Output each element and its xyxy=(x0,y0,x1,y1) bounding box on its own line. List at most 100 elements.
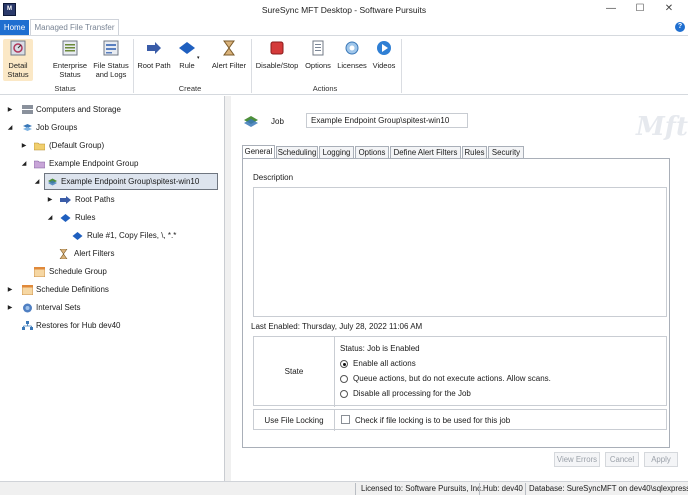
collapse-icon[interactable]: ◢ xyxy=(20,156,28,172)
cancel-button[interactable]: Cancel xyxy=(605,452,639,467)
tree-label: Schedule Group xyxy=(49,267,107,276)
tree-item-example-job[interactable]: ◢ Example Endpoint Group\spitest-win10 xyxy=(35,173,218,190)
tab-home[interactable]: Home xyxy=(0,20,29,35)
file-locking-section: Use File Locking Check if file locking i… xyxy=(253,409,667,431)
tree-label: Rules xyxy=(75,213,96,222)
status-group-label: Status xyxy=(54,84,76,93)
tree-item-restores[interactable]: Restores for Hub dev40 xyxy=(6,318,206,334)
tree-label: Computers and Storage xyxy=(36,105,121,114)
radio-label: Enable all actions xyxy=(353,359,416,368)
tree-label: Interval Sets xyxy=(36,303,81,312)
diamond-icon xyxy=(72,232,83,240)
description-label: Description xyxy=(253,173,294,182)
database-status: Database: SureSyncMFT on dev40\sqlexpres… xyxy=(529,484,688,493)
diamond-icon xyxy=(60,214,71,222)
mft-watermark-icon: Mft xyxy=(636,112,688,142)
tree-item-job-groups[interactable]: ◢ Job Groups xyxy=(6,120,206,136)
tree-label: Job Groups xyxy=(36,123,78,132)
expand-icon[interactable]: ▶ xyxy=(46,192,54,208)
tab-managed-file-transfer[interactable]: Managed File Transfer xyxy=(30,19,119,35)
file-locking-checkbox[interactable] xyxy=(341,415,350,424)
disable-stop-label: Disable/Stop xyxy=(255,61,299,70)
calendar-icon xyxy=(22,285,33,295)
radio-label: Queue actions, but do not execute action… xyxy=(353,374,551,383)
tree-item-rule-1[interactable]: Rule #1, Copy Files, \, *.* xyxy=(72,228,212,244)
file-locking-checkbox-label: Check if file locking is to be used for … xyxy=(355,416,511,425)
tree-label: Schedule Definitions xyxy=(36,285,109,294)
tree-item-schedule-definitions[interactable]: ▶ Schedule Definitions xyxy=(6,282,206,298)
job-name-field[interactable]: Example Endpoint Group\spitest-win10 xyxy=(306,113,468,128)
licenses-icon xyxy=(345,41,359,55)
videos-label: Videos xyxy=(372,61,396,70)
navigation-tree: ▶ Computers and Storage ◢ Job Groups ▶ (… xyxy=(0,96,225,481)
alert-filter-button[interactable]: Alert Filter xyxy=(210,39,248,70)
play-icon xyxy=(377,41,391,55)
file-status-icon xyxy=(103,40,119,56)
collapse-icon[interactable]: ◢ xyxy=(6,120,14,136)
radio-button-checked[interactable] xyxy=(340,360,348,368)
tree-label: Example Endpoint Group xyxy=(49,159,139,168)
radio-button[interactable] xyxy=(340,390,348,398)
job-icon xyxy=(48,178,57,186)
minimize-button[interactable]: — xyxy=(598,2,624,16)
expand-icon[interactable]: ▶ xyxy=(20,138,28,154)
file-locking-label: Use File Locking xyxy=(264,416,324,425)
ribbon-separator xyxy=(401,39,402,93)
ribbon-separator xyxy=(133,39,134,93)
enterprise-status-label-2: Status xyxy=(59,70,81,79)
expand-icon[interactable]: ▶ xyxy=(6,282,14,298)
network-icon xyxy=(22,321,33,330)
tree-item-interval-sets[interactable]: ▶ Interval Sets xyxy=(6,300,206,316)
stop-icon xyxy=(270,41,284,55)
window-title: SureSync MFT Desktop - Software Pursuits xyxy=(261,5,427,15)
rule-button[interactable]: Rule xyxy=(176,39,198,70)
ribbon-separator xyxy=(251,39,252,93)
tree-item-default-group[interactable]: ▶ (Default Group) xyxy=(20,138,210,154)
expand-icon[interactable]: ▶ xyxy=(6,300,14,316)
expand-icon[interactable]: ▶ xyxy=(6,102,14,118)
tree-item-computers[interactable]: ▶ Computers and Storage xyxy=(6,102,206,118)
options-button[interactable]: Options xyxy=(303,39,333,70)
rule-dropdown-icon[interactable]: ▾ xyxy=(197,55,200,61)
close-button[interactable]: ✕ xyxy=(656,2,682,16)
tree-item-schedule-group[interactable]: Schedule Group xyxy=(34,264,154,280)
tree-item-root-paths[interactable]: ▶ Root Paths xyxy=(46,192,166,208)
collapse-icon[interactable]: ◢ xyxy=(33,174,41,190)
tree-label: Example Endpoint Group\spitest-win10 xyxy=(61,177,200,186)
file-status-logs-button[interactable]: File Status and Logs xyxy=(92,39,130,79)
tree-item-rules[interactable]: ◢ Rules xyxy=(46,210,166,226)
radio-button[interactable] xyxy=(340,375,348,383)
root-path-label: Root Path xyxy=(137,61,171,70)
arrow-right-icon xyxy=(147,42,161,54)
radio-label: Disable all processing for the Job xyxy=(353,389,471,398)
detail-status-button[interactable]: Detail Status xyxy=(3,39,33,81)
file-status-label-1: File Status xyxy=(93,61,129,70)
description-textarea[interactable] xyxy=(253,187,667,317)
root-path-button[interactable]: Root Path xyxy=(136,39,172,70)
job-detail-pane: Job Example Endpoint Group\spitest-win10… xyxy=(231,96,688,481)
status-separator xyxy=(355,483,356,495)
state-divider xyxy=(334,337,335,407)
view-errors-button[interactable]: View Errors xyxy=(554,452,600,467)
tree-label: Rule #1, Copy Files, \, *.* xyxy=(87,231,177,240)
disable-stop-button[interactable]: Disable/Stop xyxy=(254,39,300,70)
group-folder-icon xyxy=(34,160,45,169)
create-group-label: Create xyxy=(178,84,202,93)
job-groups-icon xyxy=(23,124,32,131)
enterprise-status-button[interactable]: Enterprise Status xyxy=(52,39,88,79)
options-label: Options xyxy=(305,61,331,70)
arrow-right-icon xyxy=(60,196,71,204)
tree-item-example-group[interactable]: ◢ Example Endpoint Group xyxy=(20,156,215,172)
videos-button[interactable]: Videos xyxy=(370,39,398,70)
help-icon[interactable]: ? xyxy=(675,22,685,32)
collapse-icon[interactable]: ◢ xyxy=(46,210,54,226)
licenses-button[interactable]: Licenses xyxy=(336,39,368,70)
folder-icon xyxy=(34,142,45,151)
diamond-icon xyxy=(179,42,195,54)
apply-button[interactable]: Apply xyxy=(644,452,678,467)
status-bar: Licensed to: Software Pursuits, Inc. Hub… xyxy=(0,481,688,495)
maximize-button[interactable]: ☐ xyxy=(627,2,653,16)
tree-item-alert-filters[interactable]: Alert Filters xyxy=(58,246,178,262)
lock-divider xyxy=(334,410,335,431)
rule-label: Rule xyxy=(179,61,195,70)
